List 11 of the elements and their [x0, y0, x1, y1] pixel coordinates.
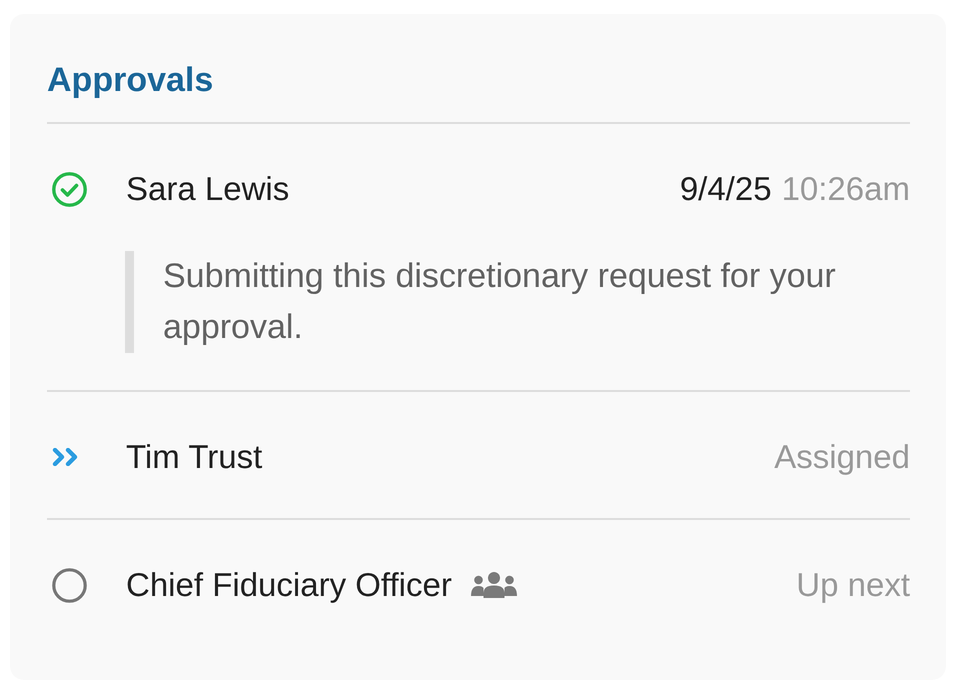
- check-circle-icon: [52, 172, 87, 206]
- empty-circle-icon: [52, 568, 87, 602]
- approval-comment: Submitting this discretionary request for your approval.: [125, 251, 910, 353]
- approval-status: Assigned: [774, 437, 910, 477]
- approval-date: 9/4/25: [680, 169, 772, 209]
- approval-time: 10:26am: [782, 169, 910, 209]
- card-title: Approvals: [47, 60, 214, 100]
- approver-name: Sara Lewis: [126, 169, 290, 209]
- approval-status: Up next: [796, 565, 910, 605]
- approver-name: Chief Fiduciary Officer: [126, 565, 452, 605]
- approver-name: Tim Trust: [126, 437, 262, 477]
